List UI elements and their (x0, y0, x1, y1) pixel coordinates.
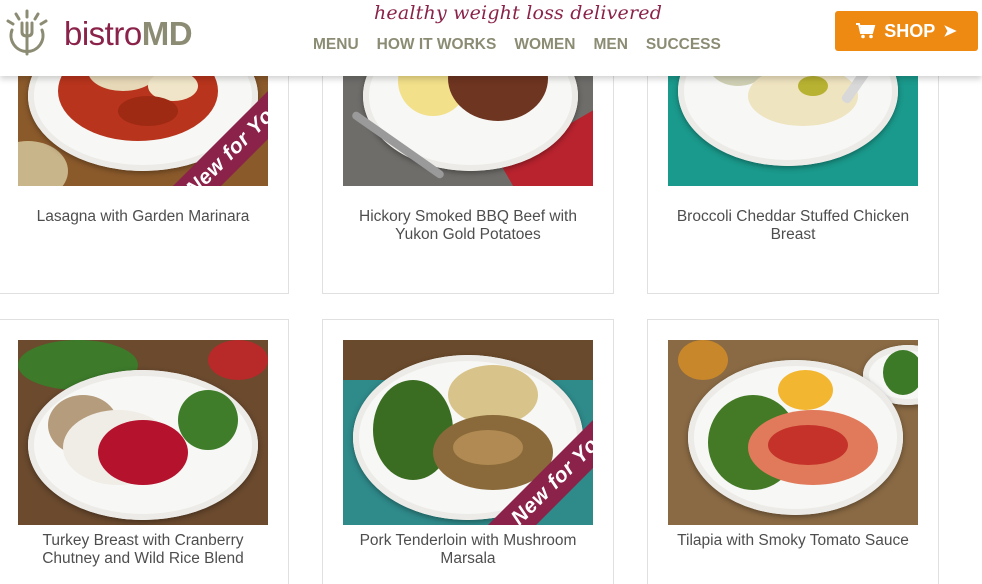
shop-label: SHOP (884, 20, 936, 41)
brand-md: MD (141, 15, 193, 52)
meal-grid: New for You Lasagna with Garden Marinara… (0, 0, 982, 584)
meal-name[interactable]: Lasagna with Garden Marinara (12, 208, 274, 226)
arrow-right-icon: ➤ (943, 23, 957, 40)
fork-logo-icon[interactable] (4, 8, 50, 58)
brand-logo[interactable]: bistroMD (64, 14, 193, 54)
nav-item-how-it-works[interactable]: HOW IT WORKS (377, 34, 497, 56)
meal-image[interactable]: New for You (343, 340, 593, 525)
nav-item-women[interactable]: WOMEN (514, 34, 575, 56)
meal-card[interactable]: New for You Pork Tenderloin with Mushroo… (322, 319, 614, 584)
shop-button[interactable]: SHOP ➤ (835, 11, 978, 51)
meal-image[interactable] (668, 340, 918, 525)
brand-bistro: bistro (64, 15, 142, 52)
meal-name[interactable]: Hickory Smoked BBQ Beef with Yukon Gold … (337, 208, 599, 244)
nav-item-men[interactable]: MEN (593, 34, 627, 56)
main-nav: MENU HOW IT WORKS WOMEN MEN SUCCESS (313, 34, 739, 56)
meal-name[interactable]: Pork Tenderloin with Mushroom Marsala (337, 532, 599, 568)
cart-icon (856, 23, 876, 39)
nav-item-menu[interactable]: MENU (313, 34, 359, 56)
meal-name[interactable]: Tilapia with Smoky Tomato Sauce (662, 532, 924, 550)
nav-item-success[interactable]: SUCCESS (646, 34, 721, 56)
meal-name[interactable]: Broccoli Cheddar Stuffed Chicken Breast (662, 208, 924, 244)
meal-name[interactable]: Turkey Breast with Cranberry Chutney and… (12, 532, 274, 568)
meal-card[interactable]: Tilapia with Smoky Tomato Sauce (647, 319, 939, 584)
meal-image[interactable] (18, 340, 268, 525)
site-header: bistroMD healthy weight loss delivered M… (0, 0, 982, 76)
tagline: healthy weight loss delivered (374, 2, 663, 24)
meal-card[interactable]: Turkey Breast with Cranberry Chutney and… (0, 319, 289, 584)
